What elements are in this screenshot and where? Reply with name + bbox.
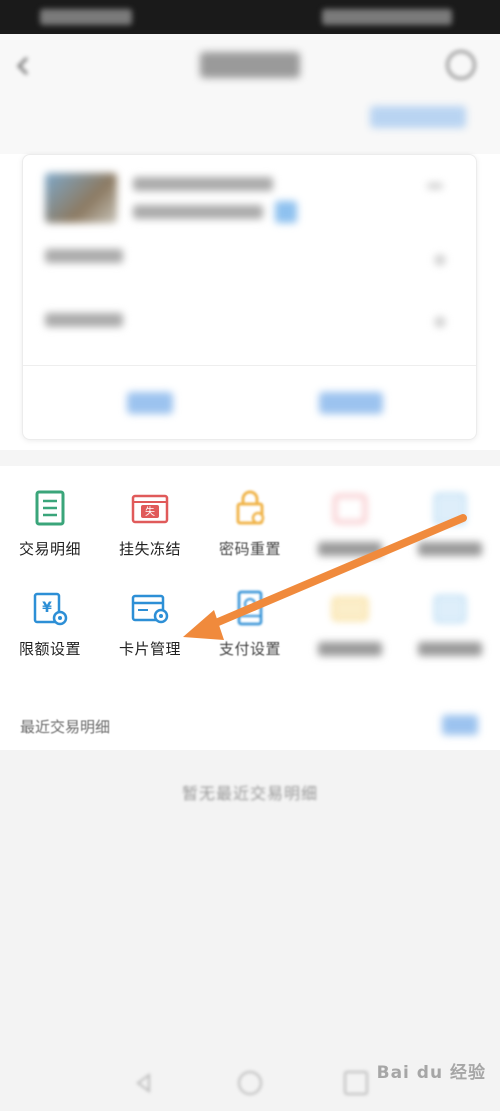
- empty-state-text: 暂无最近交易明细: [181, 784, 318, 803]
- tile-label: 卡片管理: [118, 640, 181, 658]
- tile-blurred-4[interactable]: [300, 480, 400, 580]
- tile-blurred-9[interactable]: [300, 580, 400, 680]
- yen-glyph: ¥: [42, 600, 52, 616]
- transaction-detail-icon: [35, 490, 65, 526]
- tile-label: 挂失冻结: [118, 540, 181, 558]
- tile-label: 限额设置: [18, 640, 81, 658]
- blurred-label: [418, 642, 482, 656]
- blurred-icon-10: [433, 594, 467, 624]
- blurred-label: [418, 542, 482, 556]
- report-loss-icon: 失: [131, 494, 169, 524]
- status-right-blur: [322, 9, 452, 25]
- status-bar: [0, 0, 500, 34]
- recent-transactions-header: 最近交易明细: [0, 702, 500, 750]
- card-badge-blur: [275, 201, 297, 223]
- tile-card-management[interactable]: 卡片管理: [100, 580, 200, 680]
- report-loss-glyph: 失: [145, 505, 155, 518]
- top-right-link[interactable]: [370, 106, 466, 128]
- tile-limit-setting[interactable]: ¥ 限额设置: [0, 580, 100, 680]
- recent-transactions-list: 暂无最近交易明细: [0, 750, 500, 1055]
- tile-password-reset[interactable]: 密码重置: [200, 480, 300, 580]
- blurred-label: [318, 642, 382, 656]
- blurred-icon-4: [333, 494, 367, 524]
- password-reset-icon: [236, 490, 265, 525]
- chevron-right-icon[interactable]: [435, 255, 445, 265]
- blurred-label: [318, 542, 382, 556]
- page-title: [200, 52, 300, 78]
- card-management-icon: [131, 594, 169, 624]
- account-card: [22, 154, 477, 440]
- header: [0, 34, 500, 154]
- account-row-2-blur: [45, 313, 123, 327]
- card-number-blur: [133, 177, 273, 191]
- nav-recents-icon[interactable]: [344, 1071, 368, 1095]
- recent-transactions-title: 最近交易明细: [20, 718, 111, 736]
- tile-payment-setting[interactable]: 支付设置: [200, 580, 300, 680]
- nav-home-icon[interactable]: [238, 1071, 262, 1095]
- tile-label: 交易明细: [18, 540, 81, 558]
- section-separator: [0, 450, 500, 466]
- more-link[interactable]: [442, 715, 478, 735]
- tile-label: 支付设置: [218, 640, 281, 658]
- function-grid: 交易明细 失 挂失冻结 密码重置 ¥ 限额设置 卡片管理 支付设置: [0, 480, 500, 680]
- card-type-blur: [133, 205, 263, 219]
- limit-setting-icon: ¥: [33, 592, 68, 626]
- card-action-right[interactable]: [319, 392, 383, 414]
- status-left-blur: [40, 9, 132, 25]
- blurred-icon-9: [331, 596, 369, 622]
- tile-label: 密码重置: [218, 540, 281, 558]
- tile-transaction-detail[interactable]: 交易明细: [0, 480, 100, 580]
- payment-setting-icon: [237, 590, 263, 626]
- tile-report-loss[interactable]: 失 挂失冻结: [100, 480, 200, 580]
- chevron-right-icon-2[interactable]: [435, 317, 445, 327]
- blurred-icon-5: [433, 492, 467, 526]
- tile-blurred-5[interactable]: [400, 480, 500, 580]
- baidu-watermark: Bai du 经验: [376, 1063, 486, 1083]
- account-row-1-blur: [45, 249, 123, 263]
- tile-blurred-10[interactable]: [400, 580, 500, 680]
- card-thumbnail: [45, 173, 117, 223]
- chevron-down-icon[interactable]: [427, 183, 443, 189]
- card-actions: [23, 365, 476, 439]
- card-action-left[interactable]: [127, 392, 173, 414]
- settings-icon[interactable]: [446, 50, 476, 80]
- back-icon[interactable]: [12, 54, 36, 78]
- nav-back-icon[interactable]: [132, 1071, 156, 1095]
